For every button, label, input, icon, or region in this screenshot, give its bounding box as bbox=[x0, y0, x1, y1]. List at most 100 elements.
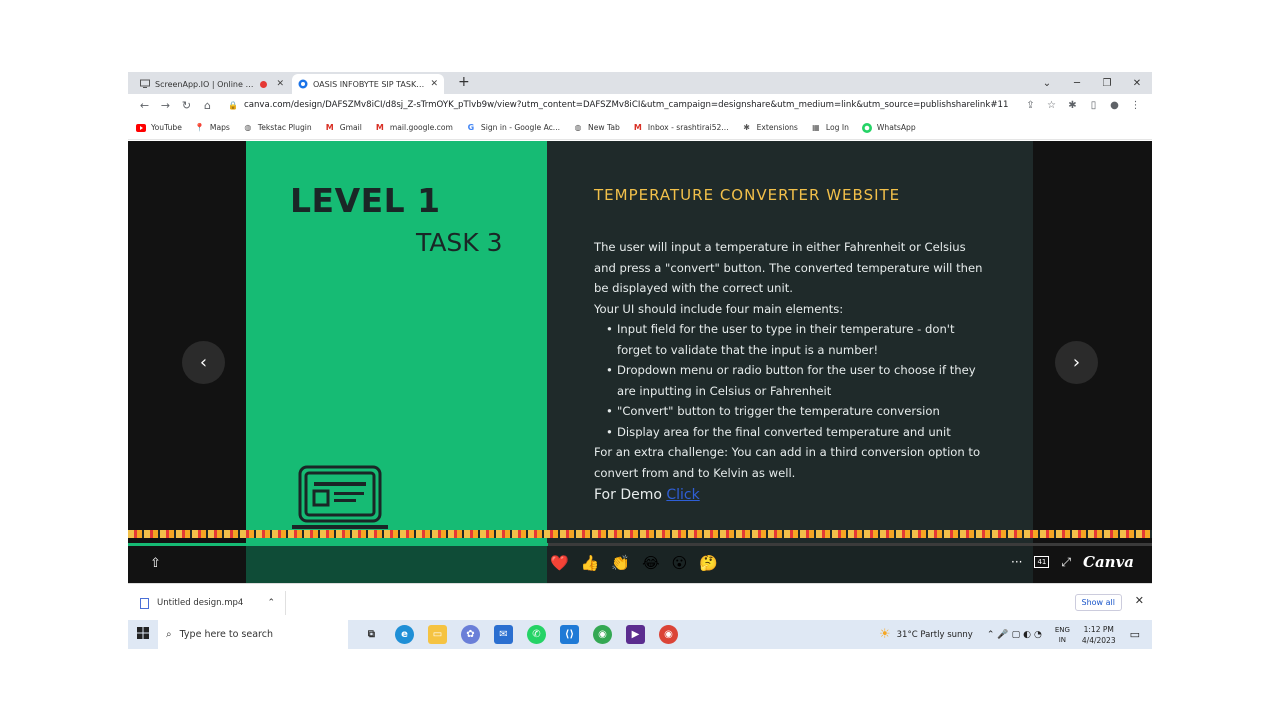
mail-icon[interactable]: ✉ bbox=[494, 625, 513, 644]
download-bar: Untitled design.mp4 ⌃ Show all ✕ bbox=[128, 583, 1152, 620]
bookmark-star-icon[interactable]: ☆ bbox=[1041, 100, 1062, 111]
gmail-icon: M bbox=[325, 123, 334, 132]
extra-challenge-text: For an extra challenge: You can add in a… bbox=[594, 445, 981, 480]
bookmarks-bar: YouTube 📍 Maps ◍ Tekstac Plugin M Gmail Mma… bbox=[128, 116, 1152, 140]
search-icon: ⌕ bbox=[166, 629, 172, 640]
recording-indicator-icon bbox=[260, 80, 268, 88]
demo-line: For Demo Click bbox=[594, 485, 984, 506]
url-bar[interactable]: 🔒 canva.com/design/DAFSZMv8iCI/d8sj_Z-sT… bbox=[222, 96, 1020, 114]
gmail-icon: M bbox=[633, 123, 642, 132]
whatsapp-icon bbox=[861, 122, 872, 133]
page-counter[interactable]: 41 bbox=[1034, 556, 1050, 568]
share-icon[interactable]: ⇪ bbox=[1020, 100, 1041, 111]
language-indicator[interactable]: ENG IN bbox=[1055, 625, 1070, 645]
whatsapp-icon[interactable]: ✆ bbox=[527, 625, 546, 644]
vscode-icon[interactable]: ⟨⟩ bbox=[560, 625, 579, 644]
task-view-icon[interactable]: ⧉ bbox=[362, 625, 381, 644]
ui-intro-text: Your UI should include four main element… bbox=[594, 301, 844, 316]
lock-icon[interactable]: 🔒 bbox=[228, 101, 238, 110]
laugh-reaction-icon[interactable]: 😂 bbox=[642, 554, 660, 572]
tab-search-icon[interactable]: ⌄ bbox=[1032, 78, 1062, 89]
search-placeholder: Type here to search bbox=[179, 629, 273, 640]
tab-screenapp[interactable]: ScreenApp.IO | Online Scree ✕ bbox=[134, 74, 290, 94]
edge-icon[interactable]: e bbox=[395, 625, 414, 644]
canva-logo[interactable]: Canva bbox=[1083, 553, 1134, 571]
bookmark-gmail[interactable]: M Gmail bbox=[325, 123, 362, 133]
demo-label: For Demo bbox=[594, 487, 662, 503]
reaction-bar: ❤️ 👍 👏 😂 😮 🤔 bbox=[550, 554, 718, 572]
viewer-tools: ··· 41 ⤢ Canva bbox=[1011, 553, 1134, 571]
media-player-icon[interactable]: ▶ bbox=[626, 625, 645, 644]
back-icon[interactable]: ← bbox=[134, 99, 155, 112]
slide-body: The user will input a temperature in eit… bbox=[594, 237, 984, 506]
menu-icon[interactable]: ⋮ bbox=[1125, 100, 1146, 111]
gmail-icon: M bbox=[375, 123, 384, 132]
tray-icons[interactable]: ⌃🎤▢◐◔ bbox=[987, 630, 1045, 640]
bookmark-inbox[interactable]: M Inbox - srashtirai52... bbox=[633, 123, 729, 133]
chrome-icon[interactable]: ◉ bbox=[659, 625, 678, 644]
notification-icon[interactable]: ▭ bbox=[1130, 628, 1140, 641]
demo-link[interactable]: Click bbox=[666, 487, 699, 503]
file-explorer-icon[interactable]: ▭ bbox=[428, 625, 447, 644]
fullscreen-icon[interactable]: ⤢ bbox=[1061, 555, 1071, 570]
bookmark-login[interactable]: ▦ Log In bbox=[811, 123, 849, 133]
bookmark-tekstac[interactable]: ◍ Tekstac Plugin bbox=[243, 123, 311, 133]
bookmark-new-tab[interactable]: ◍ New Tab bbox=[573, 123, 620, 133]
side-panel-icon[interactable]: ▯ bbox=[1083, 100, 1104, 111]
file-icon bbox=[140, 597, 149, 609]
clap-reaction-icon[interactable]: 👏 bbox=[611, 554, 630, 572]
close-tab-icon[interactable]: ✕ bbox=[276, 79, 284, 89]
youtube-icon bbox=[136, 123, 146, 133]
taskbar-apps: ⧉ e ▭ ✿ ✉ ✆ ⟨⟩ ◉ ▶ ◉ bbox=[362, 625, 678, 644]
new-tab-button[interactable]: + bbox=[458, 74, 470, 90]
url-text: canva.com/design/DAFSZMv8iCI/d8sj_Z-sTrm… bbox=[243, 100, 1009, 110]
surprised-reaction-icon[interactable]: 😮 bbox=[672, 554, 688, 572]
restore-button[interactable]: ❐ bbox=[1092, 78, 1122, 89]
show-all-button[interactable]: Show all bbox=[1074, 594, 1122, 611]
close-download-bar-icon[interactable]: ✕ bbox=[1135, 594, 1144, 607]
more-options-icon[interactable]: ··· bbox=[1011, 555, 1022, 569]
thinking-reaction-icon[interactable]: 🤔 bbox=[699, 554, 718, 572]
taskbar-search[interactable]: ⌕ Type here to search bbox=[158, 620, 348, 649]
weather-text: 31°C Partly sunny bbox=[896, 629, 973, 640]
list-item: Dropdown menu or radio button for the us… bbox=[606, 360, 984, 401]
system-tray: ☀ 31°C Partly sunny ⌃🎤▢◐◔ ENG IN 1:12 PM… bbox=[879, 620, 1152, 649]
monitor-icon bbox=[140, 79, 150, 89]
puzzle-icon: ✱ bbox=[743, 123, 750, 132]
minimize-button[interactable]: ─ bbox=[1062, 78, 1092, 89]
heart-reaction-icon[interactable]: ❤️ bbox=[550, 554, 569, 572]
extensions-icon[interactable]: ✱ bbox=[1062, 100, 1083, 111]
thumbs-up-reaction-icon[interactable]: 👍 bbox=[581, 554, 600, 572]
next-slide-button[interactable]: › bbox=[1055, 341, 1098, 384]
close-window-button[interactable]: ✕ bbox=[1122, 78, 1152, 89]
requirements-list: Input field for the user to type in thei… bbox=[594, 319, 984, 442]
window-controls: ⌄ ─ ❐ ✕ bbox=[1032, 72, 1152, 94]
bookmark-youtube[interactable]: YouTube bbox=[136, 123, 182, 133]
clock[interactable]: 1:12 PM 4/4/2023 bbox=[1082, 624, 1116, 646]
bookmark-whatsapp[interactable]: WhatsApp bbox=[861, 122, 916, 133]
bookmark-maps[interactable]: 📍 Maps bbox=[195, 123, 230, 133]
bookmark-google-signin[interactable]: G Sign in - Google Ac... bbox=[466, 123, 560, 133]
task-title: TASK 3 bbox=[416, 228, 503, 257]
download-item[interactable]: Untitled design.mp4 ⌃ bbox=[140, 591, 286, 615]
forward-icon[interactable]: → bbox=[155, 99, 176, 112]
reload-icon[interactable]: ↻ bbox=[176, 99, 197, 112]
bookmark-extensions[interactable]: ✱ Extensions bbox=[742, 123, 798, 133]
weather-widget[interactable]: ☀ 31°C Partly sunny bbox=[879, 627, 973, 642]
tab-oasis[interactable]: OASIS INFOBYTE SIP TASK LIST ✕ bbox=[292, 74, 444, 94]
previous-slide-button[interactable]: ‹ bbox=[182, 341, 225, 384]
chrome-icon[interactable]: ◉ bbox=[593, 625, 612, 644]
profile-icon[interactable]: ● bbox=[1104, 100, 1125, 111]
level-title: LEVEL 1 bbox=[290, 181, 441, 220]
home-icon[interactable]: ⌂ bbox=[197, 99, 218, 112]
tab-bar: ScreenApp.IO | Online Scree ✕ OASIS INFO… bbox=[128, 72, 1152, 94]
google-icon: G bbox=[467, 123, 475, 132]
upload-share-icon[interactable]: ⇧ bbox=[150, 556, 161, 571]
canva-viewer: LEVEL 1 TASK 3 TEMPERATURE CONVERTER WEB… bbox=[128, 141, 1152, 583]
bookmark-mail-google[interactable]: Mmail.google.com bbox=[375, 123, 453, 133]
settings-app-icon[interactable]: ✿ bbox=[461, 625, 480, 644]
chevron-up-icon[interactable]: ⌃ bbox=[267, 598, 275, 608]
close-tab-icon[interactable]: ✕ bbox=[430, 79, 438, 89]
windows-start-icon[interactable] bbox=[128, 627, 158, 642]
maps-icon: 📍 bbox=[194, 123, 205, 132]
